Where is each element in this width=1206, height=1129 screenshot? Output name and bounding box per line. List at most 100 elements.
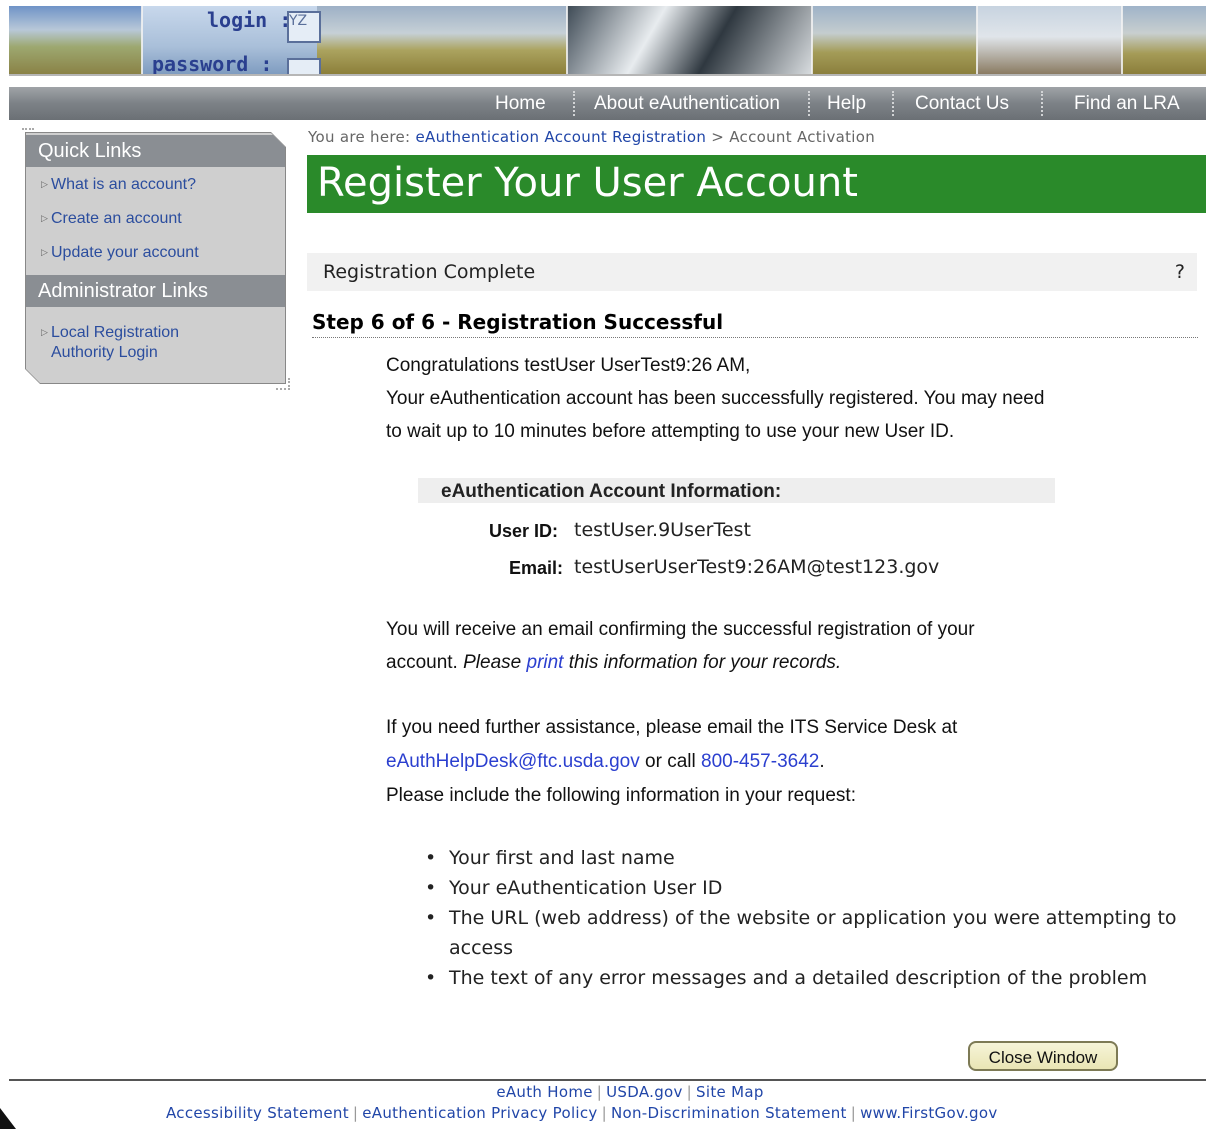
banner-divider — [811, 6, 813, 74]
list-item-text: The text of any error messages and a det… — [449, 967, 1148, 989]
helpdesk-email-link[interactable]: eAuthHelpDesk@ftc.usda.gov — [386, 751, 640, 772]
breadcrumb-link-registration[interactable]: eAuthentication Account Registration — [415, 128, 706, 146]
confirm-please-text: Please — [463, 652, 522, 673]
banner-photo-field — [9, 6, 142, 74]
nav-separator — [808, 91, 810, 116]
administrator-links-title: Administrator Links — [26, 275, 285, 307]
footer-divider — [9, 1079, 1206, 1081]
nav-contact-us[interactable]: Contact Us — [915, 87, 1009, 120]
triangle-right-icon: ▷ — [41, 327, 48, 337]
quick-links-title: Quick Links — [26, 135, 285, 167]
list-item: • Your eAuthentication User ID — [425, 873, 1205, 903]
banner-divider — [1121, 6, 1123, 74]
assist-or-call-text: or call — [645, 751, 696, 772]
bullet-icon: • — [425, 907, 437, 929]
footer-row-primary: eAuth Home | USDA.gov | Site Map — [0, 1083, 1206, 1101]
assist-text-line1: If you need further assistance, please e… — [386, 717, 958, 738]
account-info-header: eAuthentication Account Information: — [418, 478, 1055, 503]
footer-link-eauth-home[interactable]: eAuth Home — [496, 1083, 592, 1101]
footer-row-secondary: Accessibility Statement | eAuthentication … — [166, 1104, 998, 1122]
account-info-heading: eAuthentication Account Information: — [441, 481, 782, 502]
sidebar-link-label: Update your account — [51, 244, 199, 261]
footer-link-accessibility[interactable]: Accessibility Statement — [166, 1104, 349, 1122]
footer-separator: | — [686, 1083, 693, 1101]
sidebar-link-label: What is an account? — [51, 176, 196, 193]
assist-text-line2: eAuthHelpDesk@ftc.usda.gov or call 800-4… — [386, 745, 825, 778]
footer-separator: | — [352, 1104, 359, 1122]
banner-password-box — [287, 58, 321, 74]
confirm-records-text: this information for your records. — [568, 652, 842, 673]
list-item-text: Your first and last name — [449, 847, 675, 869]
banner-divider — [976, 6, 978, 74]
header-banner: login : YZ password : — [9, 6, 1206, 74]
confirm-account-text: account. — [386, 652, 458, 673]
banner-photo-farm — [812, 6, 977, 74]
footer-link-site-map[interactable]: Site Map — [696, 1083, 764, 1101]
sidebar-link-update-account[interactable]: ▷ Update your account — [41, 242, 199, 263]
mouse-pointer-icon — [0, 1108, 16, 1129]
helpdesk-phone-link[interactable]: 800-457-3642 — [701, 751, 819, 772]
nav-find-an-lra[interactable]: Find an LRA — [1074, 87, 1180, 120]
banner-login-label: login : — [207, 8, 292, 32]
banner-photo-laptop — [977, 6, 1122, 74]
sidebar-link-label: Local Registration — [51, 324, 180, 341]
sidebar: Quick Links ▷ What is an account? ▷ Create… — [26, 133, 285, 383]
help-icon[interactable]: ? — [1175, 253, 1185, 291]
success-text-line1: Your eAuthentication account has been su… — [386, 388, 1045, 409]
sidebar-link-label: Authority Login — [51, 344, 158, 361]
triangle-right-icon: ▷ — [41, 213, 48, 223]
nav-home[interactable]: Home — [495, 87, 546, 120]
section-title: Registration Complete — [323, 261, 536, 283]
page-title: Register Your User Account — [317, 160, 858, 206]
breadcrumb-current: Account Activation — [729, 128, 876, 146]
breadcrumb-separator: > — [711, 128, 725, 146]
triangle-right-icon: ▷ — [41, 247, 48, 257]
assist-period: . — [819, 751, 825, 772]
email-label: Email: — [509, 558, 564, 578]
footer-separator: | — [850, 1104, 857, 1122]
nav-separator — [573, 91, 575, 116]
breadcrumb: You are here: eAuthentication Account Re… — [308, 128, 875, 146]
email-value: testUserUserTest9:26AM@test123.gov — [574, 556, 940, 578]
sidebar-link-label: Create an account — [51, 210, 182, 227]
sidebar-link-create-account[interactable]: ▷ Create an account — [41, 208, 182, 229]
list-item: • The text of any error messages and a de… — [425, 963, 1205, 993]
page-title-bar: Register Your User Account — [307, 155, 1206, 213]
bullet-icon: • — [425, 967, 437, 989]
assist-text-line3: Please include the following information… — [386, 785, 856, 806]
sidebar-link-what-is-account[interactable]: ▷ What is an account? — [41, 174, 196, 195]
user-id-label: User ID: — [489, 521, 559, 541]
banner-divider — [566, 6, 568, 74]
nav-about-eauthentication[interactable]: About eAuthentication — [594, 87, 780, 120]
nav-separator — [892, 91, 894, 116]
nav-help[interactable]: Help — [827, 87, 866, 120]
sidebar-link-lra-login[interactable]: ▷ Local Registration Authority Login — [41, 322, 179, 363]
footer-separator: | — [596, 1083, 603, 1101]
bullet-icon: • — [425, 847, 437, 869]
banner-divider — [141, 6, 143, 74]
footer-link-privacy[interactable]: eAuthentication Privacy Policy — [362, 1104, 597, 1122]
section-bar: Registration Complete ? — [307, 253, 1197, 291]
footer-separator: | — [601, 1104, 607, 1122]
banner-login-box: YZ — [287, 11, 321, 43]
request-info-list: • Your first and last name • Your eAuthent… — [425, 843, 1205, 993]
confirm-text-line1: You will receive an email confirming the… — [386, 619, 975, 640]
list-item: • Your first and last name — [425, 843, 1205, 873]
footer-link-non-discrimination[interactable]: Non-Discrimination Statement — [611, 1104, 847, 1122]
footer-link-firstgov[interactable]: www.FirstGov.gov — [860, 1104, 997, 1122]
success-text-line2: to wait up to 10 minutes before attempti… — [386, 421, 955, 442]
triangle-right-icon: ▷ — [41, 179, 48, 189]
banner-photo-horizon — [1122, 6, 1206, 74]
close-window-button[interactable]: Close Window — [968, 1041, 1118, 1071]
bullet-icon: • — [425, 877, 437, 899]
congrats-text: Congratulations testUser UserTest9:26 AM… — [386, 355, 751, 376]
list-item-text: Your eAuthentication User ID — [449, 877, 723, 899]
banner-underline — [9, 74, 1206, 76]
breadcrumb-prefix: You are here: — [308, 128, 411, 146]
print-link[interactable]: print — [527, 652, 564, 673]
footer-link-usda[interactable]: USDA.gov — [606, 1083, 683, 1101]
sidebar-corner-dots — [276, 378, 290, 390]
user-id-value: testUser.9UserTest — [574, 519, 751, 541]
step-heading: Step 6 of 6 - Registration Successful — [312, 310, 1198, 338]
banner-password-label: password : — [152, 52, 273, 74]
